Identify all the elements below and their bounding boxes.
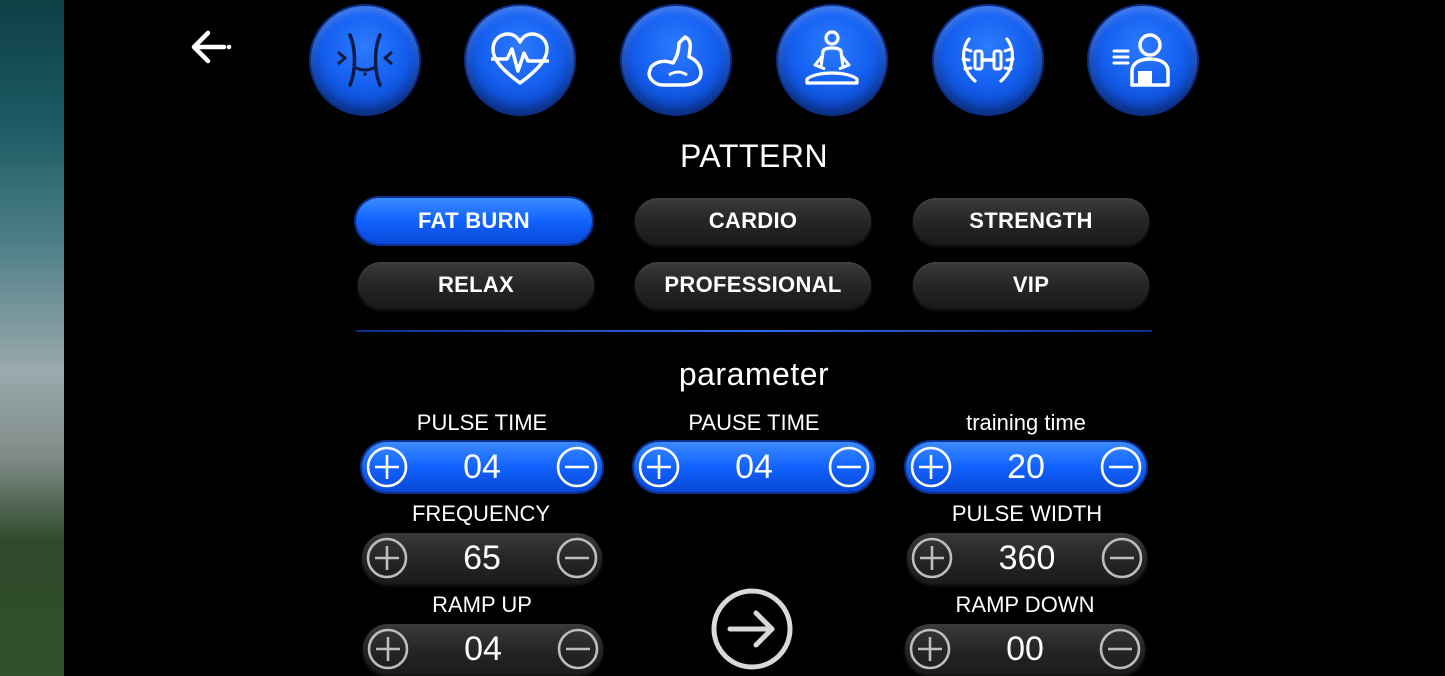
training-time-decrease-button[interactable] [1098, 444, 1144, 490]
ramp-down-decrease-button[interactable] [1097, 626, 1143, 672]
pattern-cardio-button[interactable]: CARDIO [635, 198, 871, 244]
ramp-up-value: 04 [464, 629, 502, 668]
frequency-stepper: 65 [362, 533, 602, 583]
pause-time-label: PAUSE TIME [688, 410, 820, 435]
pattern-title: PATTERN [679, 138, 829, 174]
mode-vip-button[interactable] [1089, 6, 1197, 114]
plus-circle-icon [638, 446, 680, 488]
frequency-decrease-button[interactable] [554, 535, 600, 581]
pattern-relax-button[interactable]: RELAX [358, 262, 594, 308]
pulse-width-decrease-button[interactable] [1099, 535, 1145, 581]
ramp-up-increase-button[interactable] [365, 626, 411, 672]
heart-pulse-icon [491, 32, 549, 85]
next-button[interactable] [710, 587, 794, 671]
dumbbell-laurel-icon [961, 37, 1015, 83]
mode-strength-button[interactable] [622, 6, 730, 114]
minus-circle-icon [1101, 537, 1143, 579]
minus-circle-icon [557, 628, 599, 670]
ramp-up-label: RAMP UP [432, 592, 532, 617]
pulse-width-label: PULSE WIDTH [951, 501, 1103, 526]
mode-professional-button[interactable] [934, 6, 1042, 114]
plus-circle-icon [910, 446, 952, 488]
pattern-fat-burn-button[interactable]: FAT BURN [356, 198, 592, 244]
user-profile-icon [1112, 33, 1170, 87]
ramp-up-stepper: 04 [363, 624, 603, 674]
flexed-arm-icon [647, 35, 703, 87]
plus-circle-icon [911, 537, 953, 579]
parameter-title: parameter [678, 356, 830, 392]
pause-time-value: 04 [735, 447, 773, 486]
pause-time-decrease-button[interactable] [826, 444, 872, 490]
training-time-stepper: 20 [906, 442, 1146, 492]
section-divider [356, 330, 1152, 332]
minus-circle-icon [828, 446, 870, 488]
pulse-time-decrease-button[interactable] [554, 444, 600, 490]
minus-circle-icon [1099, 628, 1141, 670]
frequency-value: 65 [463, 538, 501, 577]
app-screen [64, 0, 1445, 676]
ramp-up-decrease-button[interactable] [555, 626, 601, 672]
training-time-value: 20 [1007, 447, 1045, 486]
arrow-right-circle-icon [711, 588, 793, 670]
training-time-label: training time [966, 410, 1086, 435]
minus-circle-icon [556, 446, 598, 488]
mode-relax-button[interactable] [778, 6, 886, 114]
pulse-time-value: 04 [463, 447, 501, 486]
plus-circle-icon [367, 628, 409, 670]
pattern-professional-button[interactable]: PROFESSIONAL [635, 262, 871, 308]
ramp-down-value: 00 [1006, 629, 1044, 668]
pulse-width-value: 360 [998, 538, 1056, 577]
mode-cardio-button[interactable] [466, 6, 574, 114]
training-time-increase-button[interactable] [908, 444, 954, 490]
waist-slimming-icon [337, 33, 393, 87]
back-button[interactable] [186, 28, 234, 66]
minus-circle-icon [556, 537, 598, 579]
pulse-width-increase-button[interactable] [909, 535, 955, 581]
plus-circle-icon [366, 446, 408, 488]
pause-time-increase-button[interactable] [636, 444, 682, 490]
ramp-down-label: RAMP DOWN [955, 592, 1095, 617]
pulse-width-stepper: 360 [907, 533, 1147, 583]
pulse-time-stepper: 04 [362, 442, 602, 492]
pattern-vip-button[interactable]: VIP [913, 262, 1149, 308]
pause-time-stepper: 04 [634, 442, 874, 492]
background-photo-strip [0, 0, 64, 676]
arrow-left-icon [191, 30, 232, 64]
pulse-time-increase-button[interactable] [364, 444, 410, 490]
frequency-increase-button[interactable] [364, 535, 410, 581]
frequency-label: FREQUENCY [411, 501, 551, 526]
ramp-down-stepper: 00 [905, 624, 1145, 674]
meditation-icon [805, 30, 859, 85]
pattern-strength-button[interactable]: STRENGTH [913, 198, 1149, 244]
ramp-down-increase-button[interactable] [907, 626, 953, 672]
plus-circle-icon [366, 537, 408, 579]
pulse-time-label: PULSE TIME [416, 410, 548, 435]
mode-slimming-button[interactable] [311, 6, 419, 114]
minus-circle-icon [1100, 446, 1142, 488]
plus-circle-icon [909, 628, 951, 670]
